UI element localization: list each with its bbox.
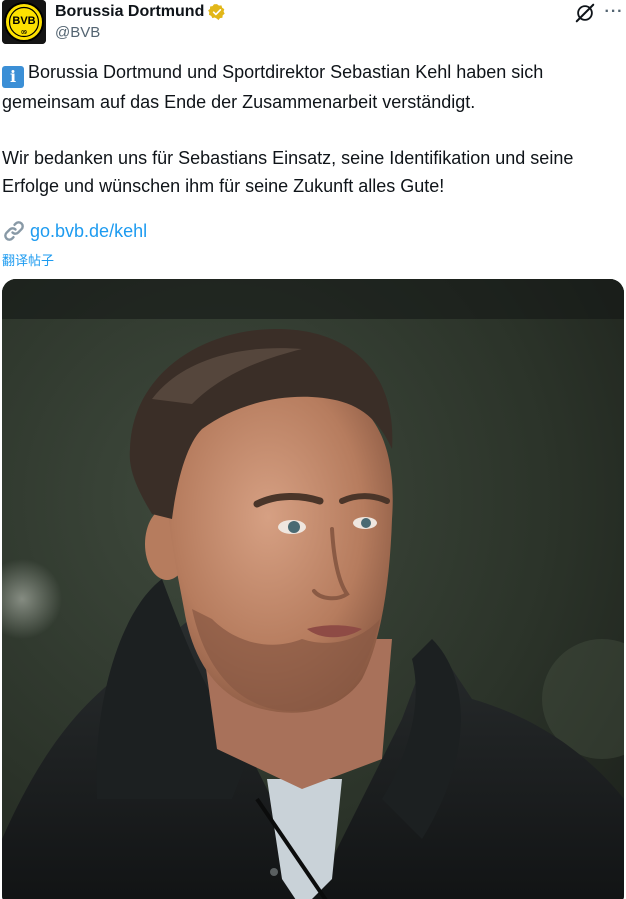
more-options-button[interactable]: ···: [603, 1, 625, 23]
bvb-logo-icon: BVB 09: [2, 0, 46, 44]
svg-text:09: 09: [21, 30, 27, 36]
grok-button[interactable]: [573, 1, 597, 25]
man-in-black-puffer-jacket-photo: [2, 279, 624, 899]
post-media-photo[interactable]: [2, 279, 624, 899]
translate-post-link[interactable]: 翻译帖子: [2, 250, 54, 269]
more-options-icon: ···: [604, 3, 624, 20]
avatar[interactable]: BVB 09: [2, 0, 46, 44]
grok-icon: [575, 3, 595, 23]
tweet-post: BVB 09 Borussia Dortmund @BVB ··· i Borus…: [0, 0, 626, 899]
post-link[interactable]: go.bvb.de/kehl: [30, 218, 147, 244]
post-paragraph-1: i Borussia Dortmund und Sportdirektor Seb…: [2, 58, 622, 116]
link-chain-icon: [4, 221, 24, 241]
information-icon: i: [2, 66, 24, 88]
author-name-row[interactable]: Borussia Dortmund: [55, 3, 226, 21]
post-link-row: go.bvb.de/kehl: [2, 218, 147, 244]
author-name[interactable]: Borussia Dortmund: [55, 3, 204, 21]
post-text: i Borussia Dortmund und Sportdirektor Seb…: [2, 58, 622, 200]
avatar-text: BVB: [12, 15, 35, 27]
post-paragraph-1-text: Borussia Dortmund und Sportdirektor Seba…: [2, 62, 544, 112]
post-paragraph-2: Wir bedanken uns für Sebastians Einsatz,…: [2, 148, 574, 196]
verified-gold-badge-icon: [208, 3, 226, 21]
author-handle[interactable]: @BVB: [55, 24, 100, 41]
